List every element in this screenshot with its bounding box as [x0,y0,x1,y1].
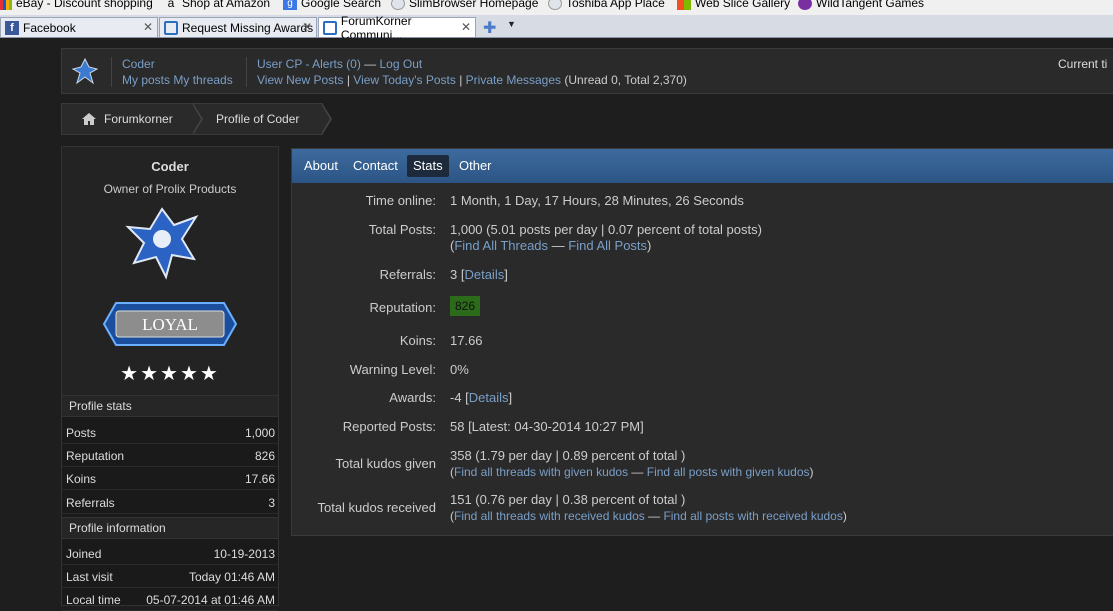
bookmark-slimbrowser[interactable]: SlimBrowser Homepage [391,0,538,10]
breadcrumb: Forumkorner Profile of Coder [61,103,332,135]
close-tab-icon[interactable]: ✕ [143,20,153,34]
stat-row: Referrals 3 [62,491,278,514]
breadcrumb-separator [192,103,203,135]
profile-usertitle: Owner of Prolix Products [103,182,237,196]
view-new-posts-link[interactable]: View New Posts [257,73,343,87]
profile-card: Coder Owner of Prolix Products LOYAL ★★★… [62,147,278,395]
profile-main-panel: About Contact Stats Other Time online: 1… [291,148,1113,536]
bookmark-amazon[interactable]: a Shop at Amazon [164,0,270,10]
pm-counts: (Unread 0, Total 2,370) [564,73,687,87]
avatar [125,207,199,280]
info-row: Local time 05-07-2014 at 01:46 AM [62,588,278,611]
home-icon[interactable] [82,113,96,125]
new-tab-icon[interactable]: ✚ [483,18,496,38]
find-all-threads-link[interactable]: Find All Threads [454,238,548,253]
tab-forumkorner[interactable]: ForumKorner Communi... ✕ [318,14,476,42]
my-posts-link[interactable]: My posts [122,73,170,87]
awards-details-link[interactable]: Details [469,390,509,405]
reputation-badge[interactable]: 826 [450,296,481,316]
breadcrumb-current: Profile of Coder [216,112,300,126]
user-navbar: Coder My posts My threads User CP - Aler… [61,48,1113,94]
info-row: Last visit Today 01:46 AM [62,565,278,588]
close-tab-icon[interactable]: ✕ [302,20,312,34]
amazon-icon: a [167,0,175,10]
kudos-given-posts-link[interactable]: Find all posts with given kudos [647,465,810,479]
site-logo-icon[interactable] [71,57,99,85]
tab-list-dropdown-icon[interactable]: ▼ [507,19,516,29]
info-row: Joined 10-19-2013 [62,542,278,565]
breadcrumb-home[interactable]: Forumkorner [104,112,173,126]
rating-stars: ★★★★★ [120,363,220,385]
stat-row: Posts 1,000 [62,421,278,444]
tab-request-awards[interactable]: Request Missing Awards ✕ [159,17,317,37]
slimbrowser-icon [391,0,405,10]
browser-tab-strip: f Facebook ✕ Request Missing Awards ✕ Fo… [0,14,1113,42]
facebook-icon: f [5,20,19,35]
bookmark-toshiba[interactable]: Toshiba App Place [548,0,665,10]
log-out-link[interactable]: Log Out [380,57,423,71]
breadcrumb-separator [321,103,332,135]
private-messages-link[interactable]: Private Messages [466,73,561,87]
view-todays-posts-link[interactable]: View Today's Posts [353,73,456,87]
bookmarks-bar: eBay - Discount shopping a Shop at Amazo… [0,0,1113,15]
alerts-link[interactable]: Alerts (0) [312,57,361,71]
profile-info-heading: Profile information [62,517,278,539]
koins-link[interactable]: 17.66 [450,333,483,348]
tab-other[interactable]: Other [453,155,498,177]
tab-about[interactable]: About [298,155,344,177]
bookmark-google[interactable]: g Google Search [283,0,381,10]
find-all-posts-link[interactable]: Find All Posts [568,238,647,253]
bookmark-webslice[interactable]: Web Slice Gallery [677,0,790,10]
stat-row: Koins 17.66 [62,467,278,490]
toshiba-icon [548,0,562,10]
bookmark-ebay[interactable]: eBay - Discount shopping [0,0,153,10]
my-threads-link[interactable]: My threads [173,73,232,87]
username-link[interactable]: Coder [122,57,155,71]
webslice-icon [677,0,691,10]
current-time-label: Current ti [1058,57,1108,71]
bookmark-wildtangent[interactable]: WildTangent Games [798,0,924,10]
forum-favicon-icon [323,20,337,35]
loyal-badge-icon: LOYAL [102,302,238,346]
profile-tabbar: About Contact Stats Other [292,149,1113,183]
close-tab-icon[interactable]: ✕ [461,20,471,34]
tab-stats[interactable]: Stats [407,155,449,177]
tab-contact[interactable]: Contact [347,155,404,177]
stat-row: Reputation 826 [62,444,278,467]
user-cp-link[interactable]: User CP [257,57,302,71]
profile-sidebar: Coder Owner of Prolix Products LOYAL ★★★… [61,146,279,611]
warning-level-link[interactable]: 0% [450,362,469,377]
tab-facebook[interactable]: f Facebook ✕ [0,17,158,37]
referrals-details-link[interactable]: Details [464,267,504,282]
profile-name: Coder [151,159,189,174]
forum-favicon-icon [164,20,178,35]
badge-text: LOYAL [142,315,198,334]
kudos-received-threads-link[interactable]: Find all threads with received kudos [454,509,645,523]
kudos-received-posts-link[interactable]: Find all posts with received kudos [663,509,842,523]
wildtangent-icon [798,0,812,10]
kudos-given-threads-link[interactable]: Find all threads with given kudos [454,465,628,479]
profile-stats-heading: Profile stats [62,395,278,417]
ebay-icon [0,0,12,10]
google-icon: g [283,0,297,10]
